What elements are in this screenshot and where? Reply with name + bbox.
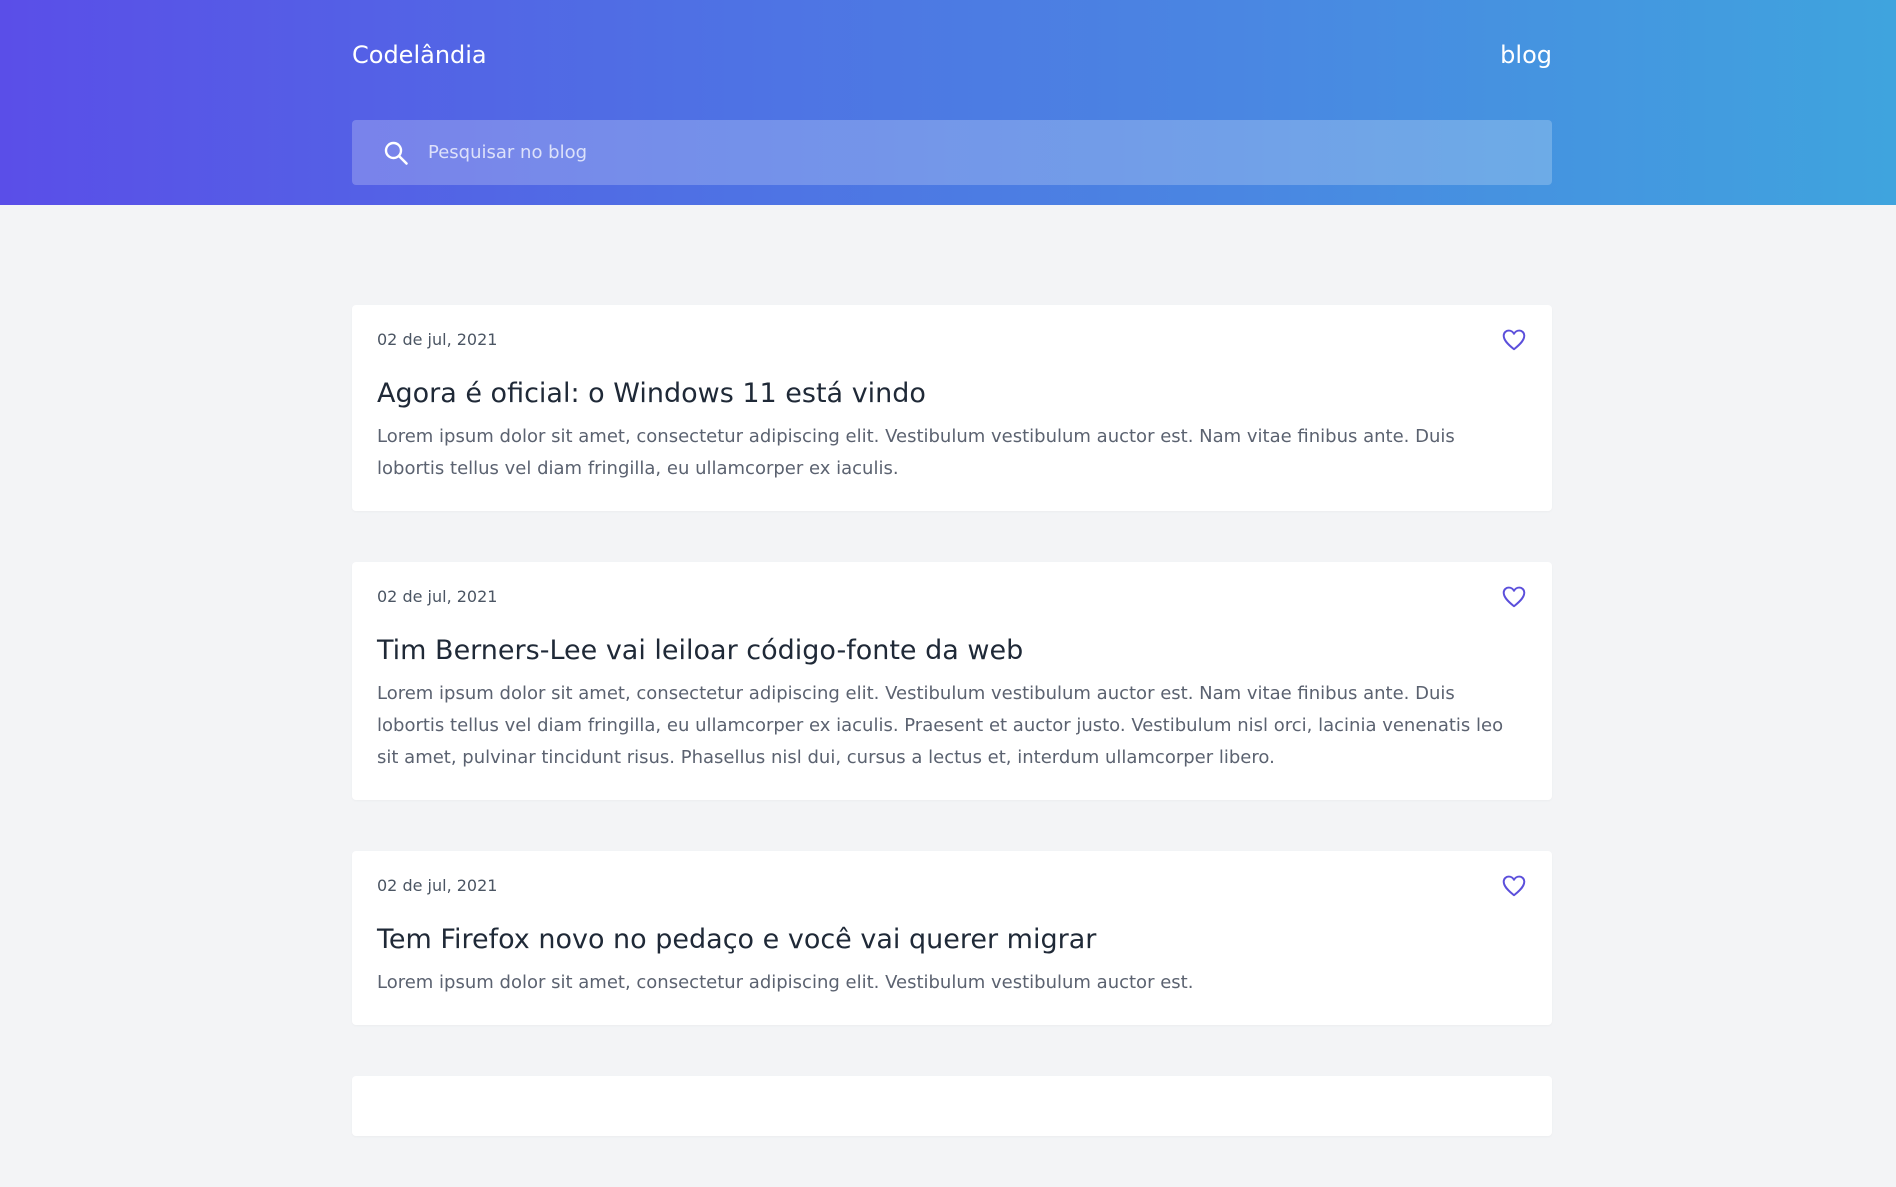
post-card[interactable]: 02 de jul, 2021 Tim Berners-Lee vai leil… bbox=[352, 562, 1552, 800]
post-title[interactable]: Tem Firefox novo no pedaço e você vai qu… bbox=[377, 923, 1527, 957]
post-excerpt: Lorem ipsum dolor sit amet, consectetur … bbox=[377, 972, 1194, 993]
heart-icon[interactable] bbox=[1501, 584, 1527, 610]
post-title[interactable]: Tim Berners-Lee vai leiloar código-fonte… bbox=[377, 634, 1527, 668]
nav-link-blog[interactable]: blog bbox=[1500, 41, 1552, 69]
post-date: 02 de jul, 2021 bbox=[377, 876, 498, 895]
post-excerpt: Lorem ipsum dolor sit amet, consectetur … bbox=[377, 426, 1455, 479]
header-banner: Codelândia blog bbox=[0, 0, 1896, 205]
search-input[interactable] bbox=[426, 120, 1552, 185]
post-title[interactable]: Agora é oficial: o Windows 11 está vindo bbox=[377, 377, 1527, 411]
post-card[interactable]: 02 de jul, 2021 Agora é oficial: o Windo… bbox=[352, 305, 1552, 511]
search-bar[interactable] bbox=[352, 120, 1552, 185]
search-icon bbox=[382, 139, 410, 167]
post-card[interactable] bbox=[352, 1076, 1552, 1136]
heart-icon[interactable] bbox=[1501, 873, 1527, 899]
brand-logo-link[interactable]: Codelândia bbox=[352, 41, 487, 69]
post-excerpt: Lorem ipsum dolor sit amet, consectetur … bbox=[377, 683, 1504, 768]
post-list: 02 de jul, 2021 Agora é oficial: o Windo… bbox=[352, 305, 1552, 1187]
heart-icon[interactable] bbox=[1501, 327, 1527, 353]
post-date: 02 de jul, 2021 bbox=[377, 587, 498, 606]
post-card[interactable]: 02 de jul, 2021 Tem Firefox novo no peda… bbox=[352, 851, 1552, 1025]
post-date: 02 de jul, 2021 bbox=[377, 330, 498, 349]
top-bar: Codelândia blog bbox=[352, 40, 1552, 70]
